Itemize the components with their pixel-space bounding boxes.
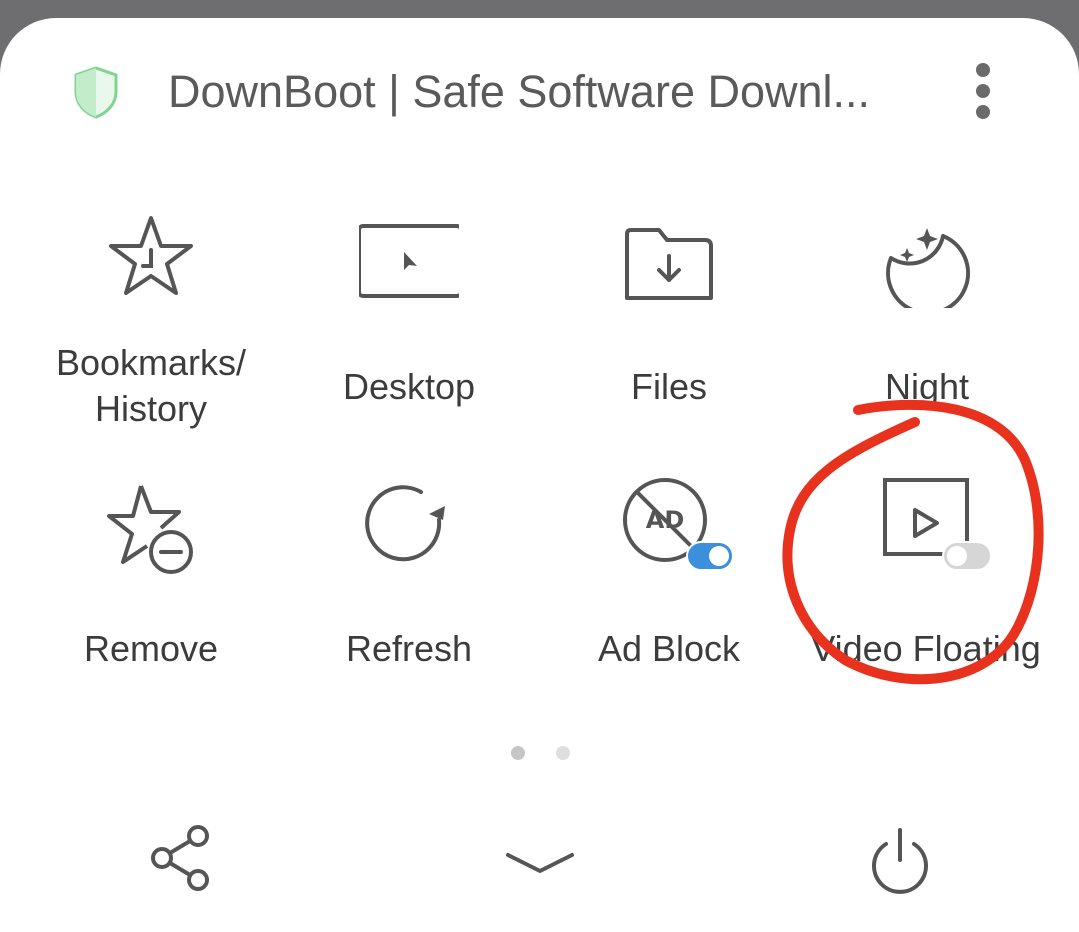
more-vertical-icon[interactable] <box>966 62 1000 122</box>
menu-item-label: Video Floating <box>811 628 1041 669</box>
menu-item-label: Files <box>630 366 707 407</box>
shield-icon <box>74 66 118 119</box>
menu-sheet: DownBoot | Safe Software Downl... Bookma… <box>0 18 1079 932</box>
bookmark-history-icon <box>109 216 193 295</box>
menu-item-label: Desktop <box>342 366 476 407</box>
page-dot-active[interactable] <box>511 746 525 760</box>
svg-text:AD: AD <box>646 506 685 534</box>
page-title: DownBoot | Safe Software Downl... <box>168 66 871 117</box>
remove-bookmark-icon <box>107 485 193 574</box>
menu-item-label: Ad Block <box>597 628 741 669</box>
menu-header: DownBoot | Safe Software Downl... <box>0 18 1079 168</box>
menu-item-label: Remove <box>83 628 219 669</box>
ad-block-icon: AD <box>623 478 734 571</box>
files-download-icon <box>625 228 713 300</box>
night-moon-icon <box>886 228 971 308</box>
chevron-down-icon[interactable] <box>500 823 580 903</box>
menu-item-label: Bookmarks/ History <box>55 342 247 429</box>
desktop-icon <box>359 224 459 298</box>
power-icon[interactable] <box>860 820 940 900</box>
page-indicator <box>505 746 575 766</box>
share-icon[interactable] <box>140 818 220 898</box>
menu-item-label: Refresh <box>345 628 473 669</box>
page-dot[interactable] <box>556 746 570 760</box>
refresh-icon <box>365 485 445 562</box>
menu-item-label: Night <box>884 366 970 407</box>
video-floating-icon <box>883 478 992 571</box>
